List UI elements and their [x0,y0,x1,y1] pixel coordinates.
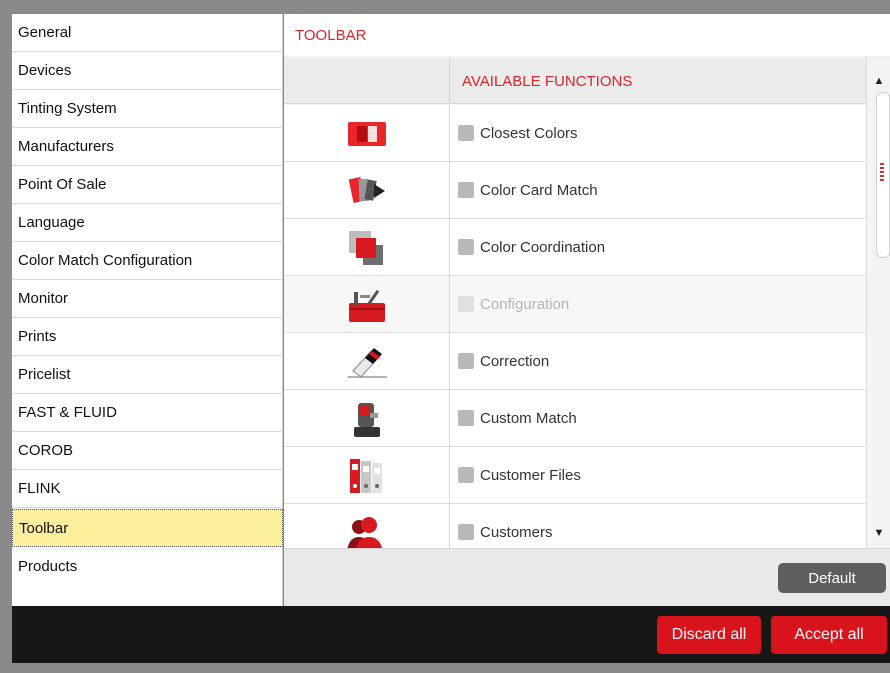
sidebar-item-manufacturers[interactable]: Manufacturers [12,128,283,166]
closest-colors-icon [347,121,386,146]
accept-all-button[interactable]: Accept all [771,616,887,654]
binders-icon [349,458,382,493]
functions-list: Closest Colors Color Card Match Color Co… [284,105,866,548]
sidebar-item-devices[interactable]: Devices [12,52,283,90]
panel-footer: Default [284,548,890,606]
closest-colors-checkbox[interactable] [458,125,474,141]
table-row[interactable]: Customer Files [284,447,866,504]
configuration-checkbox[interactable] [458,296,474,312]
sidebar-item-label: Pricelist [18,366,71,383]
toolbar-panel: TOOLBAR AVAILABLE FUNCTIONS Closest Colo… [284,14,890,606]
function-label: Customer Files [480,467,581,484]
function-label: Color Coordination [480,239,606,256]
sidebar-item-corob[interactable]: COROB [12,432,283,470]
table-row[interactable]: Closest Colors [284,105,866,162]
page-title: TOOLBAR [284,14,890,56]
sidebar-item-general[interactable]: General [12,14,283,52]
sidebar-item-label: Toolbar [19,519,69,537]
function-label: Customers [480,524,553,541]
default-button[interactable]: Default [778,563,886,593]
sidebar-item-label: FAST & FLUID [18,404,117,421]
dialog-footer: Discard all Accept all [12,606,890,663]
icon-cell [284,447,450,504]
function-label: Color Card Match [480,182,598,199]
sidebar-item-label: Prints [18,328,57,345]
icon-cell [284,219,450,276]
eraser-icon [347,347,387,378]
sidebar-item-label: Language [18,214,85,231]
sidebar-item-toolbar[interactable]: Toolbar [12,509,283,547]
function-label: Closest Colors [480,125,578,142]
correction-checkbox[interactable] [458,353,474,369]
sidebar-item-label: COROB [18,442,74,459]
icon-cell [284,390,450,447]
available-functions-header: AVAILABLE FUNCTIONS [462,72,633,90]
customers-checkbox[interactable] [458,524,474,540]
scroll-thumb[interactable] [876,92,890,258]
toolbox-icon [348,289,385,322]
sidebar-item-language[interactable]: Language [12,204,283,242]
sidebar-item-label: Point Of Sale [18,176,107,193]
sidebar-item-point-of-sale[interactable]: Point Of Sale [12,166,283,204]
sidebar-item-label: Monitor [18,290,69,307]
table-row[interactable]: Configuration [284,276,866,333]
sidebar-item-label: Manufacturers [18,138,114,155]
vertical-scrollbar[interactable]: ▲ ▼ [866,58,890,548]
icon-column-header [284,58,450,104]
spectrophotometer-icon [353,402,380,437]
sidebar-item-label: Products [18,557,78,575]
sidebar-item-fast-fluid[interactable]: FAST & FLUID [12,394,283,432]
icon-cell [284,333,450,390]
sidebar-item-label: General [18,24,72,41]
sidebar-item-pricelist[interactable]: Pricelist [12,356,283,394]
icon-cell [284,105,450,162]
discard-all-button[interactable]: Discard all [657,616,761,654]
color-card-match-checkbox[interactable] [458,182,474,198]
function-label: Custom Match [480,410,577,427]
customers-icon [346,516,382,548]
icon-cell [284,162,450,219]
table-row[interactable]: Custom Match [284,390,866,447]
table-header: AVAILABLE FUNCTIONS [284,58,866,104]
scroll-down-arrow-icon[interactable]: ▼ [867,526,890,540]
sidebar-item-label: FLINK [18,480,61,497]
sidebar-item-tinting-system[interactable]: Tinting System [12,90,283,128]
scroll-up-arrow-icon[interactable]: ▲ [867,74,890,88]
sidebar-item-flink[interactable]: FLINK [12,470,283,508]
color-card-match-icon [348,176,385,203]
function-label: Correction [480,353,550,370]
grip-icon [880,163,884,183]
sidebar-item-color-match-configuration[interactable]: Color Match Configuration [12,242,283,280]
sidebar-item-monitor[interactable]: Monitor [12,280,283,318]
customer-files-checkbox[interactable] [458,467,474,483]
custom-match-checkbox[interactable] [458,410,474,426]
color-coordination-icon [348,230,383,265]
sidebar-item-products[interactable]: Products [12,547,283,585]
sidebar-item-label: Tinting System [18,100,117,117]
function-label: Configuration [480,296,570,313]
table-row[interactable]: Customers [284,504,866,548]
icon-cell [284,504,450,548]
sidebar-item-label: Color Match Configuration [18,252,193,269]
sidebar-item-prints[interactable]: Prints [12,318,283,356]
icon-cell [284,276,450,333]
color-coordination-checkbox[interactable] [458,239,474,255]
sidebar-item-label: Devices [18,62,72,79]
table-row[interactable]: Correction [284,333,866,390]
table-row[interactable]: Color Coordination [284,219,866,276]
settings-sidebar: General Devices Tinting System Manufactu… [12,14,283,606]
table-row[interactable]: Color Card Match [284,162,866,219]
